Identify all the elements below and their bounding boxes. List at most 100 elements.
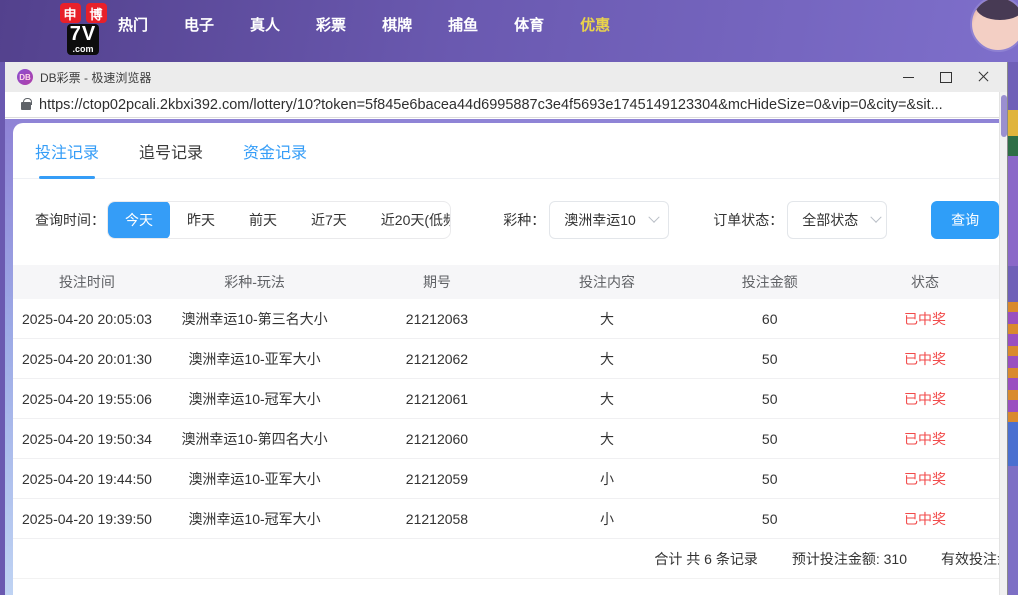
records-card: 投注记录 追号记录 资金记录 查询时间： 今天昨天前天近7天近20天(低频) 彩种：… xyxy=(13,123,999,595)
cell: 澳洲幸运10-冠军大小 xyxy=(188,510,321,527)
table-row[interactable]: 2025-04-20 19:50:34 澳洲幸运10-第四名大小 21212060 大… xyxy=(13,419,999,459)
cell: 50 xyxy=(761,430,778,447)
bet-records-table: 投注时间 彩种-玩法 期号 投注内容 投注金额 状态 2025-04-20 20:05:0… xyxy=(13,265,999,539)
user-avatar-icon[interactable] xyxy=(970,0,1018,52)
nav-item-7[interactable]: 体育 xyxy=(514,14,544,35)
time-range-group: 今天昨天前天近7天近20天(低频) xyxy=(107,201,452,239)
logo-top-chars: 申博 xyxy=(59,3,107,23)
cell: 2025-04-20 19:44:50 xyxy=(21,470,152,487)
valid-amount-text: 有效投注金额 xyxy=(941,550,999,567)
cell: 21212061 xyxy=(405,390,469,407)
screen: 申博 7V .com 热门 电子 真人 彩票 棋牌 捕鱼 体育 优惠 DB DB彩票 - 极速… xyxy=(0,0,1018,595)
active-tab-underline xyxy=(39,175,95,179)
column-header-6: 状态 xyxy=(911,274,939,290)
site-header: 申博 7V .com 热门 电子 真人 彩票 棋牌 捕鱼 体育 优惠 xyxy=(0,0,1018,62)
cell: 澳洲幸运10-亚军大小 xyxy=(188,470,321,487)
nav-item-2[interactable]: 电子 xyxy=(184,14,214,35)
status-cell: 已中奖 xyxy=(904,470,946,487)
column-header-4: 投注内容 xyxy=(579,274,636,290)
cell: 澳洲幸运10-亚军大小 xyxy=(188,350,321,367)
cell: 大 xyxy=(600,350,615,367)
minimize-button[interactable] xyxy=(889,62,927,92)
chevron-down-icon xyxy=(648,211,660,223)
status-cell: 已中奖 xyxy=(904,390,946,407)
order-status-select[interactable]: 全部状态 xyxy=(787,201,888,239)
lottery-select[interactable]: 澳洲幸运10 xyxy=(549,201,670,239)
cell: 大 xyxy=(600,310,615,327)
lock-icon xyxy=(21,98,32,110)
time-option-2[interactable]: 昨天 xyxy=(170,202,232,238)
window-controls xyxy=(889,62,1003,92)
cell: 21212060 xyxy=(405,430,469,447)
table-row[interactable]: 2025-04-20 20:05:03 澳洲幸运10-第三名大小 21212063 大… xyxy=(13,299,999,339)
expected-amount-text: 预计投注金额: 310 xyxy=(791,550,907,567)
time-option-4[interactable]: 近7天 xyxy=(294,202,364,238)
nav-item-5[interactable]: 棋牌 xyxy=(382,14,412,35)
cell: 澳洲幸运10-冠军大小 xyxy=(188,390,321,407)
logo-block: 7V .com xyxy=(66,23,100,55)
table-row[interactable]: 2025-04-20 19:55:06 澳洲幸运10-冠军大小 21212061 大 5… xyxy=(13,379,999,419)
chevron-down-icon xyxy=(870,211,882,223)
cell: 50 xyxy=(761,470,778,487)
browser-urlbar[interactable]: https://ctop02pcali.2kbxi392.com/lottery… xyxy=(5,92,1007,118)
site-nav: 热门 电子 真人 彩票 棋牌 捕鱼 体育 优惠 xyxy=(118,0,610,48)
logo-7v-text: 7V xyxy=(69,23,97,45)
logo-char-1: 申 xyxy=(59,3,81,23)
nav-item-6[interactable]: 捕鱼 xyxy=(448,14,478,35)
tab-1[interactable]: 投注记录 xyxy=(35,123,99,179)
cell: 大 xyxy=(600,390,615,407)
tab-label: 投注记录 xyxy=(35,144,100,162)
column-header-2: 彩种-玩法 xyxy=(224,274,285,290)
table-row[interactable]: 2025-04-20 19:44:50 澳洲幸运10-亚军大小 21212059 小 5… xyxy=(13,459,999,499)
site-logo[interactable]: 申博 7V .com xyxy=(55,3,111,55)
tab-label: 资金记录 xyxy=(243,144,308,162)
records-tabbar: 投注记录 追号记录 资金记录 xyxy=(13,123,999,179)
order-status-value: 全部状态 xyxy=(802,212,859,228)
browser-titlebar[interactable]: DB DB彩票 - 极速浏览器 xyxy=(5,62,1007,92)
close-button[interactable] xyxy=(965,62,1003,92)
search-button[interactable]: 查询 xyxy=(931,201,999,239)
status-cell: 已中奖 xyxy=(904,430,946,447)
order-status-label: 订单状态： xyxy=(713,212,784,228)
status-cell: 已中奖 xyxy=(904,510,946,527)
cell: 2025-04-20 19:50:34 xyxy=(21,430,152,447)
time-option-5[interactable]: 近20天(低频) xyxy=(364,202,450,238)
cell: 21212062 xyxy=(405,350,469,367)
maximize-button[interactable] xyxy=(927,62,965,92)
table-body: 2025-04-20 20:05:03 澳洲幸运10-第三名大小 21212063 大… xyxy=(13,299,999,539)
browser-scrollbar[interactable] xyxy=(999,92,1007,595)
url-text[interactable]: https://ctop02pcali.2kbxi392.com/lottery… xyxy=(39,97,943,113)
cell: 60 xyxy=(761,310,778,327)
tab-2[interactable]: 追号记录 xyxy=(139,123,203,179)
browser-window-title: DB彩票 - 极速浏览器 xyxy=(40,70,152,85)
cell: 澳洲幸运10-第三名大小 xyxy=(181,310,328,327)
cell: 21212059 xyxy=(405,470,469,487)
scrollbar-thumb[interactable] xyxy=(1001,95,1007,137)
cell: 小 xyxy=(600,470,615,487)
cell: 2025-04-20 20:01:30 xyxy=(21,350,152,367)
lottery-filter-label: 彩种： xyxy=(503,212,546,228)
nav-item-8[interactable]: 优惠 xyxy=(580,14,610,35)
lottery-select-value: 澳洲幸运10 xyxy=(564,212,636,228)
table-row[interactable]: 2025-04-20 19:39:50 澳洲幸运10-冠军大小 21212058 小 5… xyxy=(13,499,999,539)
summary-row: 合计 共 6 条记录 预计投注金额: 310 有效投注金额 xyxy=(13,539,999,579)
logo-char-2: 博 xyxy=(85,3,107,23)
nav-item-4[interactable]: 彩票 xyxy=(316,14,346,35)
cell: 澳洲幸运10-第四名大小 xyxy=(181,430,328,447)
tab-label: 追号记录 xyxy=(139,144,204,162)
nav-item-1[interactable]: 热门 xyxy=(118,14,148,35)
table-header-row: 投注时间 彩种-玩法 期号 投注内容 投注金额 状态 xyxy=(13,265,999,299)
logo-com-text: .com xyxy=(72,44,94,54)
time-filter-label: 查询时间： xyxy=(35,212,105,228)
time-option-3[interactable]: 前天 xyxy=(232,202,294,238)
nav-item-3[interactable]: 真人 xyxy=(250,14,280,35)
column-header-1: 投注时间 xyxy=(58,274,115,290)
tab-3[interactable]: 资金记录 xyxy=(243,123,307,179)
time-option-1[interactable]: 今天 xyxy=(108,202,170,238)
cell: 50 xyxy=(761,350,778,367)
table-row[interactable]: 2025-04-20 20:01:30 澳洲幸运10-亚军大小 21212062 大 5… xyxy=(13,339,999,379)
total-records-text: 合计 共 6 条记录 xyxy=(654,550,758,567)
cell: 2025-04-20 19:39:50 xyxy=(21,510,152,527)
background-page-strip xyxy=(1008,62,1018,595)
cell: 大 xyxy=(600,430,615,447)
